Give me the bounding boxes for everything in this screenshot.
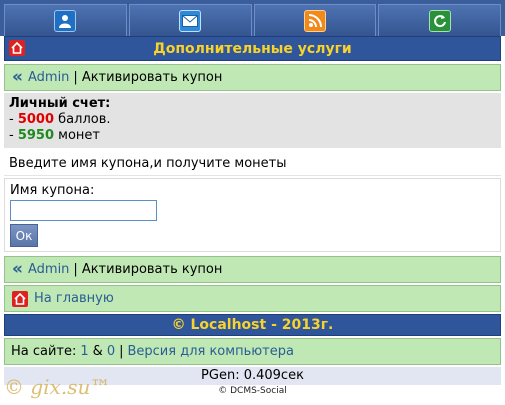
breadcrumb-user-link[interactable]: Admin	[28, 262, 69, 277]
page-header: Дополнительные услуги	[4, 36, 501, 61]
coupon-prompt: Введите имя купона,и получите монеты	[4, 150, 501, 176]
breadcrumb-separator: |	[73, 262, 78, 277]
refresh-nav-button[interactable]	[378, 4, 501, 36]
points-value: 5000	[17, 112, 55, 127]
mail-nav-button[interactable]	[128, 4, 252, 36]
online-prefix: На сайте:	[11, 344, 77, 359]
breadcrumb-current: Активировать купон	[81, 70, 223, 85]
account-heading: Личный счет:	[9, 96, 111, 111]
breadcrumb-bottom: « Admin | Активировать купон	[4, 256, 501, 283]
coins-unit: монет	[58, 128, 100, 143]
online-count-users[interactable]: 1	[80, 344, 88, 359]
footer-bar: © Localhost - 2013г.	[4, 314, 501, 336]
refresh-icon	[428, 9, 451, 32]
top-navigation	[0, 0, 505, 36]
coupon-name-label: Имя купона:	[10, 183, 95, 198]
home-icon[interactable]	[9, 40, 25, 56]
coins-line: - 5950 монет	[9, 128, 496, 144]
online-amp: &	[92, 344, 103, 359]
online-bar: На сайте: 1 & 0 | Версия для компьютера	[4, 338, 501, 365]
coins-value: 5950	[17, 128, 55, 143]
back-arrow-icon[interactable]: «	[12, 69, 23, 86]
desktop-version-link[interactable]: Версия для компьютера	[127, 344, 293, 359]
profile-nav-button[interactable]	[4, 4, 127, 36]
page-title: Дополнительные услуги	[153, 40, 352, 57]
rss-nav-button[interactable]	[253, 4, 377, 36]
submit-button[interactable]: Ок	[10, 224, 38, 247]
coins-prefix: -	[9, 128, 18, 143]
points-line: - 5000 баллов.	[9, 112, 496, 128]
coupon-form: Имя купона: Ок	[4, 178, 501, 252]
coupon-name-input[interactable]	[10, 200, 157, 221]
watermark: © gix.su™	[4, 375, 111, 399]
user-icon	[54, 9, 77, 32]
breadcrumb-separator: |	[73, 70, 78, 85]
breadcrumb-user-link[interactable]: Admin	[28, 70, 69, 85]
rss-icon	[303, 9, 326, 32]
mail-icon	[179, 9, 202, 32]
back-arrow-icon[interactable]: «	[12, 261, 23, 278]
breadcrumb-top: « Admin | Активировать купон	[4, 64, 501, 91]
home-link[interactable]: На главную	[34, 291, 114, 306]
online-separator: |	[119, 344, 124, 359]
account-panel: Личный счет: - 5000 баллов. - 5950 монет	[4, 93, 501, 148]
breadcrumb-current: Активировать купон	[81, 262, 223, 277]
points-unit: баллов.	[58, 112, 111, 127]
home-icon[interactable]	[12, 290, 28, 307]
points-prefix: -	[9, 112, 18, 127]
home-link-row: На главную	[4, 285, 501, 312]
online-count-guests[interactable]: 0	[107, 344, 115, 359]
